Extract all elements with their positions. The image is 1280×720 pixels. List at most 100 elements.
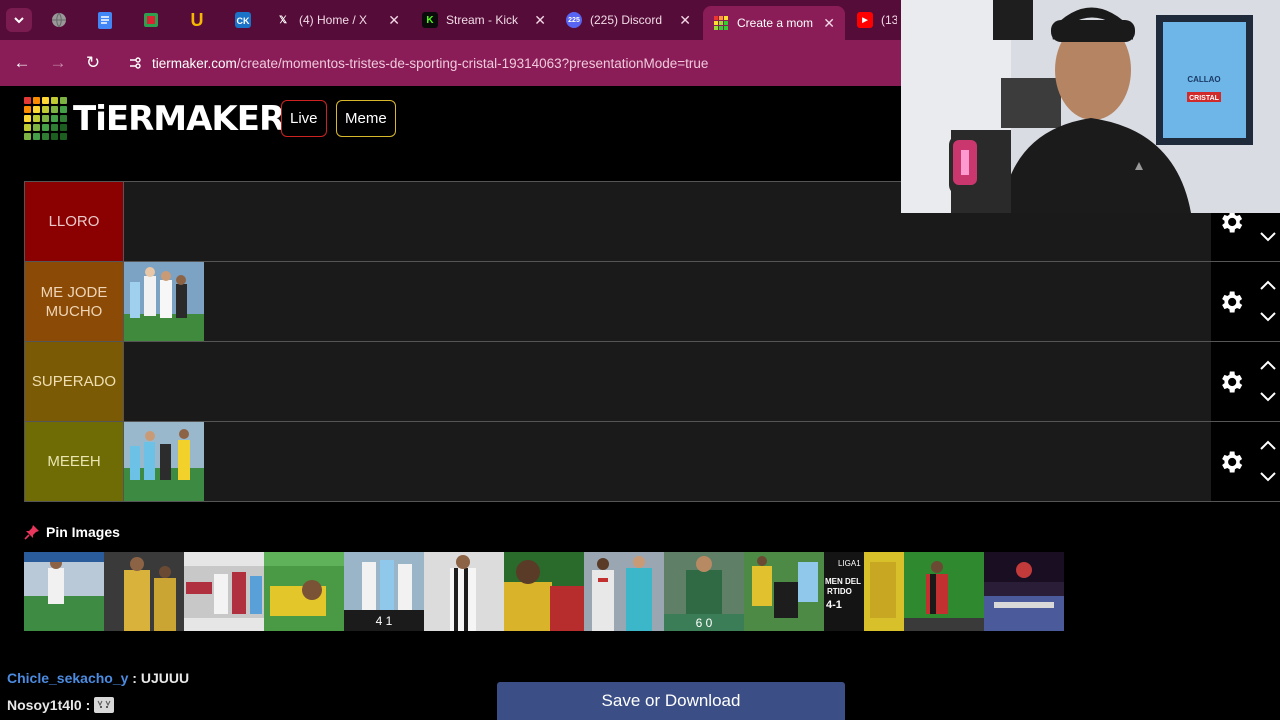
shirt-text: CALLAO [1187,75,1220,84]
pinned-tab-globe[interactable] [47,8,71,32]
url-host: tiermaker.com [152,55,237,71]
tiermaker-icon [713,15,729,31]
pin-images-toggle[interactable]: Pin Images [24,524,120,540]
tab-title: Create a mom [737,16,814,30]
youtube-logo-icon: ▶ [857,12,873,28]
close-icon[interactable]: ✕ [534,12,546,29]
tier-label[interactable]: ME JODE MUCHO [24,262,124,341]
meme-button[interactable]: Meme [336,100,396,137]
pushpin-icon [24,525,39,540]
chat-separator: : [81,697,95,713]
chevron-down-icon[interactable] [1259,470,1277,482]
tab-kick[interactable]: K Stream - Kick ✕ [412,6,556,34]
tab-discord[interactable]: 225 (225) Discord ✕ [556,6,701,34]
tier-drop-zone[interactable] [124,342,1280,421]
overlay-text: LIGA1 [838,559,861,568]
pool-image-9[interactable]: 6 0 [664,552,744,631]
kick-logo-icon: K [422,12,438,28]
chevron-down-icon [14,17,24,24]
pinned-tab-sheets[interactable] [139,8,163,32]
close-icon[interactable]: ✕ [679,12,691,29]
tiermaker-logo[interactable]: TiERMAKER [24,97,285,140]
pool-image-4[interactable] [264,552,344,631]
pool-image-12[interactable] [904,552,984,631]
chevron-up-icon[interactable] [1259,280,1277,292]
arrow-left-icon: ← [13,53,31,72]
chevron-down-icon[interactable] [1259,310,1277,322]
u-logo-icon: U [190,9,204,30]
pool-image-13[interactable] [984,552,1064,631]
pool-image-8[interactable] [584,552,664,631]
webcam-overlay: CALLAO CRISTAL [901,0,1280,213]
reload-icon: ↻ [85,53,101,72]
discord-logo-icon: 225 [566,12,582,28]
pinned-tab-ck[interactable]: CK [231,8,255,32]
tab-title: (225) Discord [590,13,663,27]
tier-row: SUPERADO [24,342,1280,422]
overlay-text: 4-1 [826,599,842,611]
tier-controls [1211,342,1280,421]
save-or-download-button[interactable]: Save or Download [497,682,845,720]
tier-controls [1211,422,1280,501]
chevron-down-icon[interactable] [1259,390,1277,402]
tier-label[interactable]: MEEEH [24,422,124,501]
live-button[interactable]: Live [281,100,327,137]
forward-button[interactable]: → [47,52,69,74]
chat-text: UJUUU [140,670,190,686]
screen: U CK 𝕏 (4) Home / X ✕ K Stream - Kick ✕ … [0,0,1280,720]
logo-text: TiERMAKER [73,98,285,139]
pool-image-7[interactable] [504,552,584,631]
close-icon[interactable]: ✕ [388,12,400,29]
overlay-text: RTIDO [827,587,852,596]
url-path: /create/momentos-tristes-de-sporting-cri… [236,55,709,71]
pool-image-3[interactable] [184,552,264,631]
chevron-down-icon[interactable] [1259,230,1277,242]
pinned-tab-docs[interactable] [93,8,117,32]
score-overlay: 6 0 [696,616,713,630]
tier-label[interactable]: SUPERADO [24,342,124,421]
tier-label[interactable]: LLORO [24,182,124,261]
pool-image-1[interactable] [24,552,104,631]
streamer-webcam-image: CALLAO CRISTAL [901,0,1280,213]
shirt-text: CRISTAL [1189,95,1220,102]
tier-row: ME JODE MUCHO [24,262,1280,342]
svg-text:CK: CK [237,16,250,26]
chevron-up-icon[interactable] [1259,440,1277,452]
pool-image-6[interactable] [424,552,504,631]
tier-image[interactable] [124,262,204,341]
pool-image-11[interactable]: LIGA1 MEN DEL RTIDO 4-1 [824,552,904,631]
tier-image[interactable] [124,422,204,501]
pool-image-2[interactable] [104,552,184,631]
chat-username[interactable]: Chicle_sekacho_y [7,670,128,686]
chevron-up-icon[interactable] [1259,360,1277,372]
tier-list: LLORO ME JODE MUCHO SUPERADO MEEEH [24,181,1280,502]
tab-youtube[interactable]: ▶ (137 [847,6,907,34]
tier-row: MEEEH [24,422,1280,502]
tier-controls [1211,262,1280,341]
tier-drop-zone[interactable] [124,262,1280,341]
tiermaker-grid-icon [24,97,67,140]
chat-message: Chicle_sekacho_y : UJUUU [7,670,189,686]
chat-separator: : [128,670,141,686]
pool-image-5[interactable]: 4 1 [344,552,424,631]
gear-icon[interactable] [1217,368,1245,396]
back-button[interactable]: ← [11,52,33,74]
tab-title: (4) Home / X [299,13,368,27]
close-icon[interactable]: ✕ [823,15,835,32]
tab-x-home[interactable]: 𝕏 (4) Home / X ✕ [265,6,410,34]
pinned-tab-u[interactable]: U [185,8,209,32]
x-logo-icon: 𝕏 [278,14,288,26]
reload-button[interactable]: ↻ [82,52,104,74]
pool-image-10[interactable] [744,552,824,631]
tab-tiermaker-active[interactable]: Create a mom ✕ [703,6,845,40]
chat-username[interactable]: Nosoy1t4l0 [7,697,82,713]
sheets-icon [144,13,158,27]
gear-icon[interactable] [1217,288,1245,316]
gear-icon[interactable] [1217,448,1245,476]
tier-drop-zone[interactable] [124,422,1280,501]
tab-title: Stream - Kick [446,13,519,27]
tab-search-button[interactable] [6,8,32,32]
site-info-icon[interactable] [118,56,152,70]
chat-message: Nosoy1t4l0 : [7,697,115,713]
tab-title: (137 [881,13,897,27]
